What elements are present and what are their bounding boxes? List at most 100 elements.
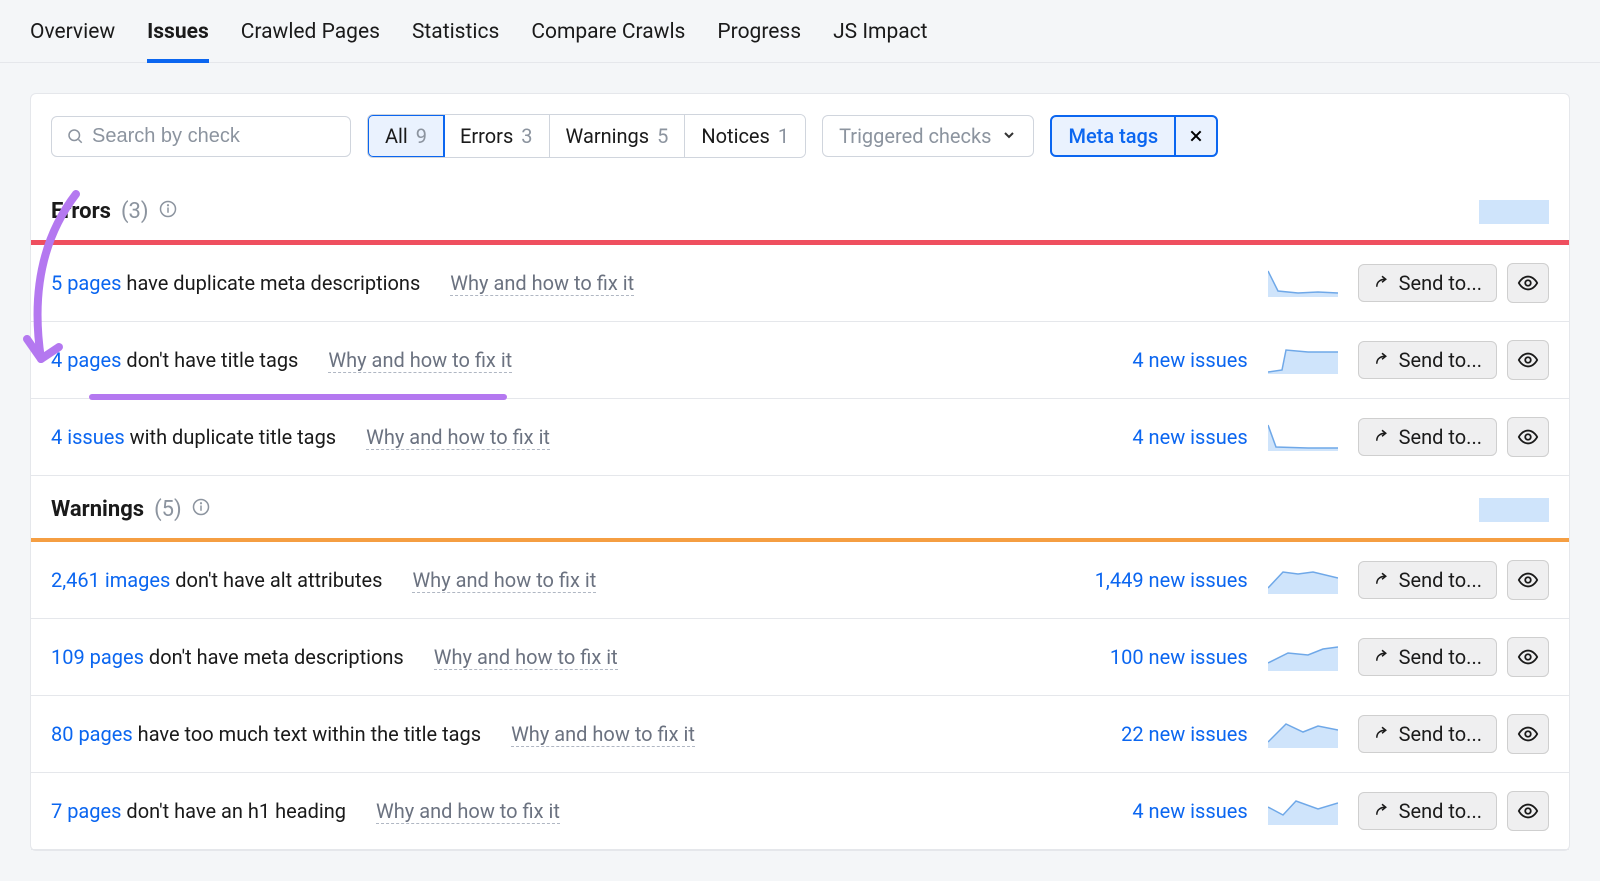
section-header-warnings: Warnings (5) xyxy=(31,476,1569,538)
triggered-checks-dropdown[interactable]: Triggered checks xyxy=(822,115,1034,157)
row-sparkline xyxy=(1268,423,1338,451)
filter-all[interactable]: All9 xyxy=(367,114,445,158)
new-issues-link[interactable]: 1,449 new issues xyxy=(1095,568,1248,592)
view-button[interactable] xyxy=(1507,560,1549,600)
info-icon[interactable] xyxy=(159,199,177,223)
why-how-fix-link[interactable]: Why and how to fix it xyxy=(366,425,550,450)
new-issues-link[interactable]: 100 new issues xyxy=(1110,645,1248,669)
eye-icon xyxy=(1517,426,1539,448)
issues-card: All9Errors3Warnings5Notices1 Triggered c… xyxy=(30,93,1570,851)
view-button[interactable] xyxy=(1507,714,1549,754)
filter-warnings[interactable]: Warnings5 xyxy=(550,115,686,157)
view-button[interactable] xyxy=(1507,263,1549,303)
eye-icon xyxy=(1517,349,1539,371)
why-how-fix-link[interactable]: Why and how to fix it xyxy=(412,568,596,593)
issue-left: 2,461 images don't have alt attributes Wh… xyxy=(51,568,596,593)
filter-label: Warnings xyxy=(566,124,650,148)
new-issues-link[interactable]: 4 new issues xyxy=(1132,348,1247,372)
tab-statistics[interactable]: Statistics xyxy=(412,20,499,62)
why-how-fix-link[interactable]: Why and how to fix it xyxy=(450,271,634,296)
why-how-fix-link[interactable]: Why and how to fix it xyxy=(511,722,695,747)
row-sparkline xyxy=(1268,566,1338,594)
new-issues-link[interactable]: 4 new issues xyxy=(1132,425,1247,449)
issue-row: 80 pages have too much text within the t… xyxy=(31,696,1569,773)
issue-row: 109 pages don't have meta descriptionsWh… xyxy=(31,619,1569,696)
row-actions: Send to... xyxy=(1358,560,1549,600)
row-sparkline xyxy=(1268,346,1338,374)
section-title: Warnings xyxy=(51,497,144,522)
send-to-label: Send to... xyxy=(1399,425,1482,449)
issue-left: 5 pages have duplicate meta descriptions… xyxy=(51,271,634,296)
send-to-button[interactable]: Send to... xyxy=(1358,792,1497,830)
why-how-fix-link[interactable]: Why and how to fix it xyxy=(328,348,512,373)
send-to-label: Send to... xyxy=(1399,271,1482,295)
send-to-label: Send to... xyxy=(1399,722,1482,746)
share-arrow-icon xyxy=(1373,571,1391,589)
send-to-button[interactable]: Send to... xyxy=(1358,715,1497,753)
issue-description: 80 pages have too much text within the t… xyxy=(51,722,481,746)
section-count: (5) xyxy=(154,497,182,522)
issue-count-link[interactable]: 4 issues xyxy=(51,425,125,449)
share-arrow-icon xyxy=(1373,648,1391,666)
send-to-button[interactable]: Send to... xyxy=(1358,561,1497,599)
tab-compare-crawls[interactable]: Compare Crawls xyxy=(531,20,685,62)
issue-row: 7 pages don't have an h1 headingWhy and … xyxy=(31,773,1569,850)
issue-left: 4 issues with duplicate title tags Why an… xyxy=(51,425,550,450)
view-button[interactable] xyxy=(1507,791,1549,831)
row-actions: Send to... xyxy=(1358,637,1549,677)
new-issues-link[interactable]: 22 new issues xyxy=(1121,722,1248,746)
row-sparkline xyxy=(1268,643,1338,671)
send-to-button[interactable]: Send to... xyxy=(1358,418,1497,456)
view-button[interactable] xyxy=(1507,417,1549,457)
row-sparkline xyxy=(1268,269,1338,297)
info-icon[interactable] xyxy=(192,497,210,521)
search-icon xyxy=(66,127,84,145)
tab-issues[interactable]: Issues xyxy=(147,20,209,62)
issue-left: 7 pages don't have an h1 headingWhy and … xyxy=(51,799,560,824)
issue-description: 4 issues with duplicate title tags xyxy=(51,425,336,449)
filter-count: 1 xyxy=(778,124,789,148)
row-actions: Send to... xyxy=(1358,340,1549,380)
view-button[interactable] xyxy=(1507,340,1549,380)
send-to-button[interactable]: Send to... xyxy=(1358,341,1497,379)
issue-description: 2,461 images don't have alt attributes xyxy=(51,568,382,592)
issue-row: 2,461 images don't have alt attributes Wh… xyxy=(31,542,1569,619)
tab-overview[interactable]: Overview xyxy=(30,20,115,62)
filter-chip-close[interactable] xyxy=(1174,117,1216,155)
issue-left: 4 pages don't have title tags Why and how… xyxy=(51,348,512,373)
issue-count-link[interactable]: 7 pages xyxy=(51,799,121,823)
why-how-fix-link[interactable]: Why and how to fix it xyxy=(376,799,560,824)
issue-count-link[interactable]: 80 pages xyxy=(51,722,133,746)
share-arrow-icon xyxy=(1373,351,1391,369)
send-to-label: Send to... xyxy=(1399,568,1482,592)
tab-crawled-pages[interactable]: Crawled Pages xyxy=(241,20,380,62)
send-to-label: Send to... xyxy=(1399,799,1482,823)
new-issues-link[interactable]: 4 new issues xyxy=(1132,799,1247,823)
issue-description: 5 pages have duplicate meta descriptions xyxy=(51,271,420,295)
search-input[interactable] xyxy=(92,125,336,148)
filter-errors[interactable]: Errors3 xyxy=(444,115,549,157)
issue-left: 80 pages have too much text within the t… xyxy=(51,722,695,747)
why-how-fix-link[interactable]: Why and how to fix it xyxy=(434,645,618,670)
section-sparkline xyxy=(1479,198,1549,224)
send-to-button[interactable]: Send to... xyxy=(1358,264,1497,302)
view-button[interactable] xyxy=(1507,637,1549,677)
filter-notices[interactable]: Notices1 xyxy=(685,115,805,157)
issue-count-link[interactable]: 2,461 images xyxy=(51,568,170,592)
eye-icon xyxy=(1517,646,1539,668)
filter-label: Errors xyxy=(460,124,513,148)
section-header-errors: Errors (3) xyxy=(31,178,1569,240)
send-to-label: Send to... xyxy=(1399,348,1482,372)
annotation-highlight xyxy=(89,394,507,400)
tab-js-impact[interactable]: JS Impact xyxy=(833,20,927,62)
issue-description: 4 pages don't have title tags xyxy=(51,348,298,372)
tab-progress[interactable]: Progress xyxy=(717,20,801,62)
issue-left: 109 pages don't have meta descriptionsWh… xyxy=(51,645,618,670)
search-input-wrap[interactable] xyxy=(51,116,351,157)
issue-count-link[interactable]: 109 pages xyxy=(51,645,144,669)
send-to-button[interactable]: Send to... xyxy=(1358,638,1497,676)
row-actions: Send to... xyxy=(1358,714,1549,754)
annotation-arrow xyxy=(21,189,86,379)
filter-count: 9 xyxy=(416,124,427,148)
filter-chip-meta-tags: Meta tags xyxy=(1050,115,1218,157)
